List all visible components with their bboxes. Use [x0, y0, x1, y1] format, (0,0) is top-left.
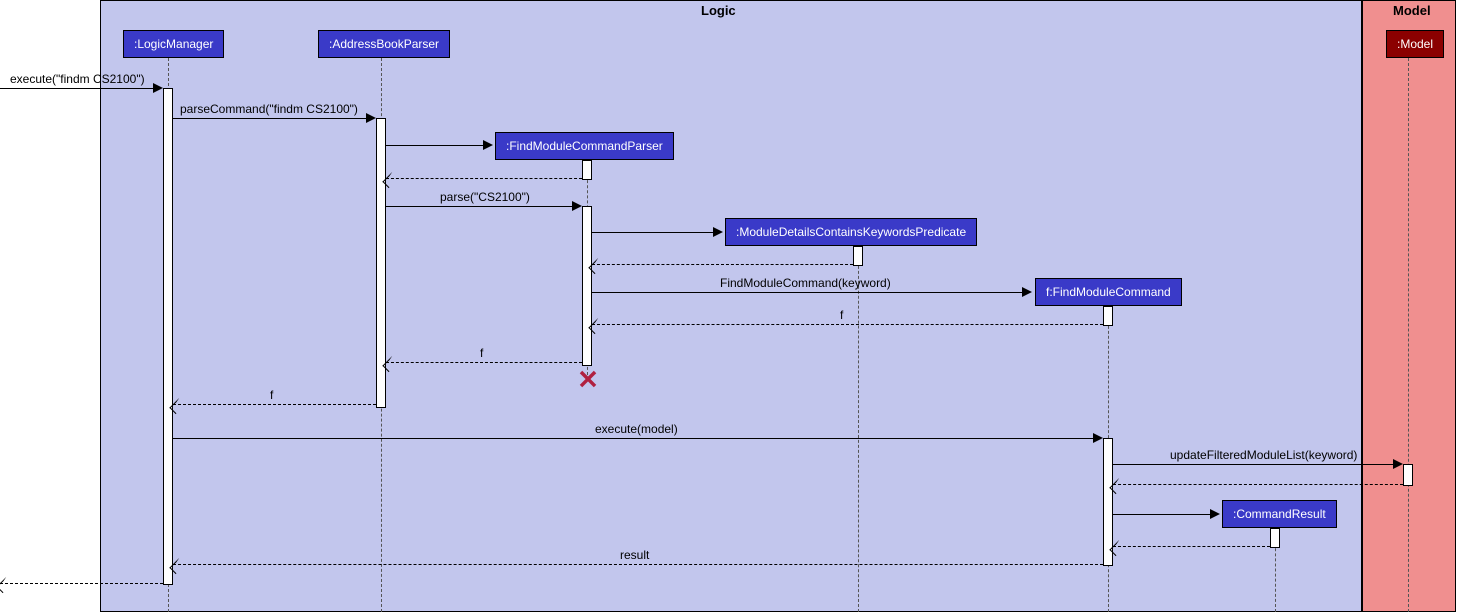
msg-return-f2-label: f: [480, 346, 483, 360]
find-module-command-head: f:FindModuleCommand: [1035, 278, 1182, 306]
find-module-command-parser-head: :FindModuleCommandParser: [495, 132, 674, 160]
msg-execute-model-arrow-icon: [1093, 433, 1103, 443]
msg-update-filtered-label: updateFilteredModuleList(keyword): [1170, 448, 1357, 462]
command-result-activation: [1270, 528, 1280, 548]
msg-return-external-line: [0, 583, 163, 584]
msg-return-model-line: [1113, 484, 1403, 485]
msg-parsecommand-arrow-icon: [366, 113, 376, 123]
msg-create-fmc-label: FindModuleCommand(keyword): [720, 276, 891, 290]
msg-parsecommand-label: parseCommand("findm CS2100"): [180, 102, 358, 116]
module-details-predicate-activation: [853, 246, 863, 266]
msg-parsecommand-line: [173, 118, 371, 119]
find-module-command-activation-1: [1103, 306, 1113, 326]
msg-execute-model-label: execute(model): [595, 422, 678, 436]
msg-return-external-arrow-icon: [0, 577, 13, 593]
msg-create-commandresult-arrow-icon: [1210, 509, 1220, 519]
destroy-icon: ✕: [577, 365, 599, 396]
msg-create-fmc-arrow-icon: [1022, 287, 1032, 297]
msg-parse-arrow-icon: [572, 201, 582, 211]
logic-manager-head: :LogicManager: [123, 30, 224, 58]
msg-create-fmc-line: [592, 292, 1027, 293]
model-frame: Model: [1362, 0, 1456, 612]
msg-return-f1-label: f: [840, 308, 843, 322]
msg-execute-line: [0, 88, 158, 89]
msg-create-predicate-line: [592, 232, 717, 233]
find-module-command-parser-activation-2: [582, 206, 592, 366]
find-module-command-parser-activation-1: [582, 160, 592, 180]
msg-execute-arrow-icon: [153, 83, 163, 93]
msg-execute-model-line: [173, 438, 1098, 439]
addressbook-parser-head: :AddressBookParser: [318, 30, 450, 58]
model-activation: [1403, 464, 1413, 486]
msg-create-fmcp-line: [386, 145, 486, 146]
module-details-predicate-head: :ModuleDetailsContainsKeywordsPredicate: [725, 218, 977, 246]
msg-return-fmcp-create-line: [386, 178, 582, 179]
msg-return-f2-line: [386, 362, 582, 363]
msg-parse-label: parse("CS2100"): [440, 190, 530, 204]
msg-return-f3-line: [173, 404, 376, 405]
command-result-head: :CommandResult: [1222, 500, 1337, 528]
msg-return-predicate-line: [592, 264, 853, 265]
msg-return-f3-label: f: [270, 388, 273, 402]
msg-result-line: [173, 564, 1103, 565]
msg-update-filtered-arrow-icon: [1393, 459, 1403, 469]
msg-return-commandresult-line: [1113, 546, 1270, 547]
msg-update-filtered-line: [1113, 464, 1398, 465]
model-head: :Model: [1386, 30, 1444, 58]
module-details-predicate-lifeline: [858, 246, 859, 612]
msg-parse-line: [386, 206, 577, 207]
msg-return-f1-line: [592, 324, 1103, 325]
msg-create-fmcp-arrow-icon: [483, 140, 493, 150]
model-frame-label: Model: [1393, 3, 1431, 18]
msg-result-label: result: [620, 548, 649, 562]
model-lifeline: [1408, 58, 1409, 612]
msg-execute-label: execute("findm CS2100"): [10, 72, 145, 86]
msg-create-commandresult-line: [1113, 514, 1215, 515]
logic-frame: Logic: [100, 0, 1362, 612]
msg-create-predicate-arrow-icon: [713, 227, 723, 237]
logic-manager-activation: [163, 88, 173, 585]
logic-frame-label: Logic: [701, 3, 736, 18]
